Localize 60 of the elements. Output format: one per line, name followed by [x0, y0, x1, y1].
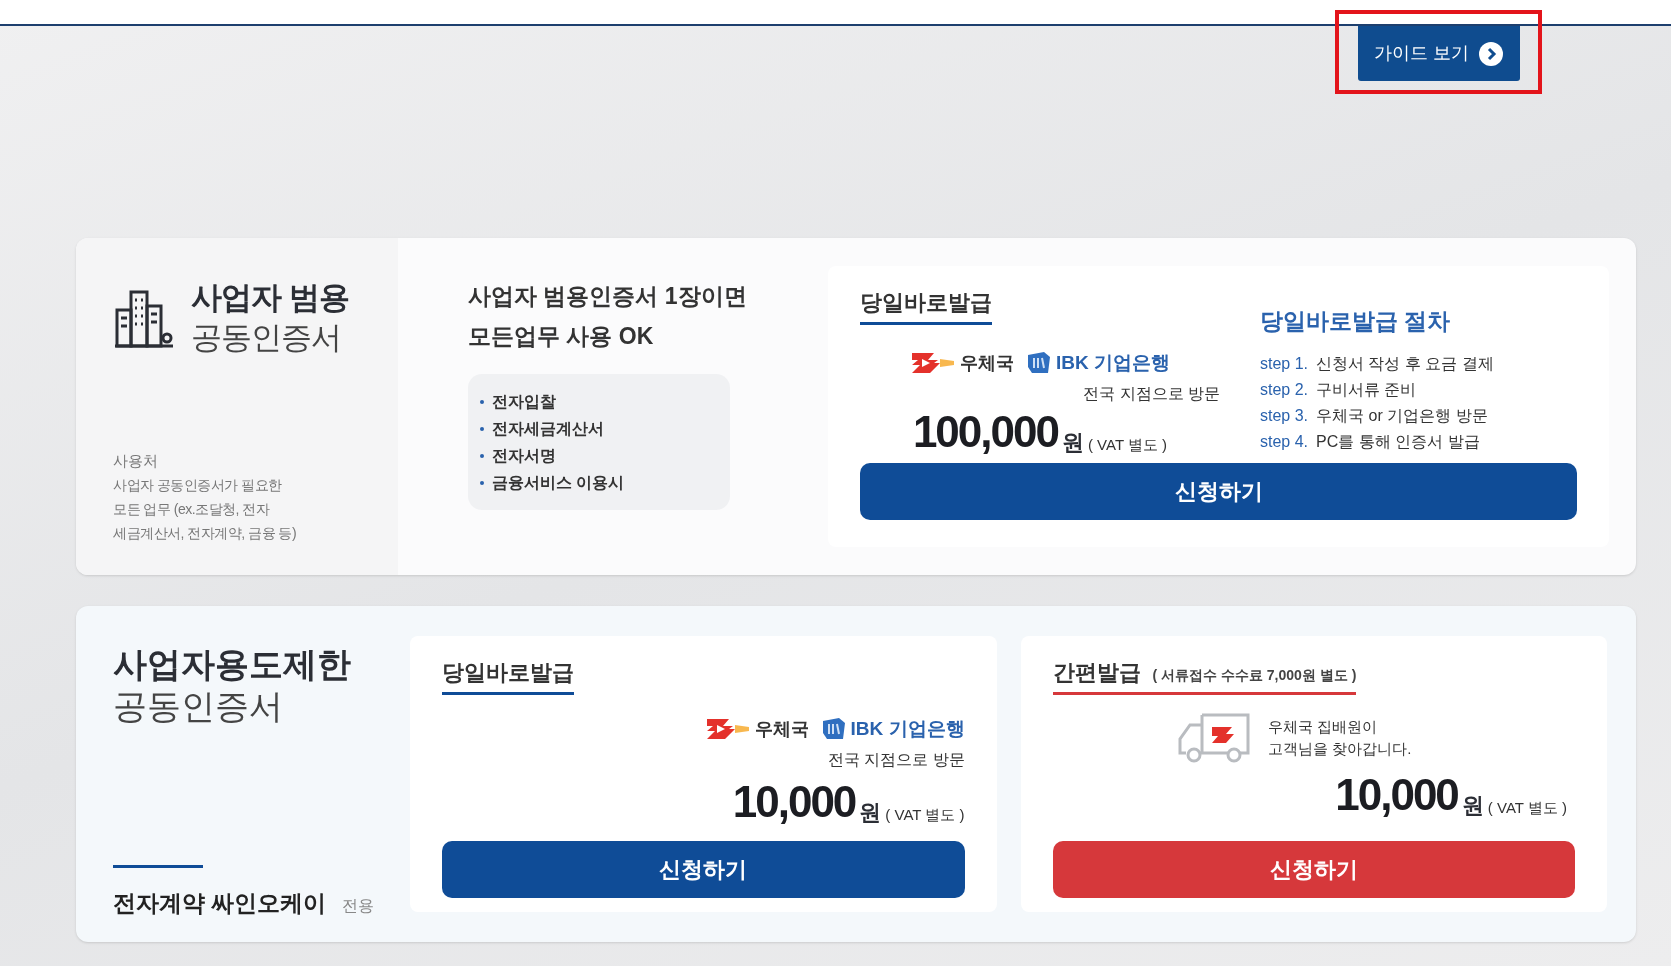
usage-text: 세금계산서, 전자계약, 금융 등) [113, 524, 298, 543]
usage-text: 모든 업무 (ex.조달청, 전자 [113, 500, 271, 519]
product-subtitle: 공동인증서 [191, 319, 342, 357]
truck-icon [1176, 711, 1253, 765]
fee-note: ( 서류접수 수수료 7,000원 별도 ) [1152, 668, 1357, 682]
bank-name: IBK 기업은행 [1056, 351, 1170, 375]
feature-item: 전자서명 [492, 446, 556, 466]
step-label: step 3. [1260, 405, 1309, 426]
offer-tab-title: 간편발급 [1052, 662, 1141, 684]
offer-tab-title: 당일바로발급 [442, 662, 574, 684]
step-label: step 1. [1260, 353, 1309, 374]
offer-tab-title: 당일바로발급 [860, 292, 992, 314]
step-text: PC를 통해 인증서 발급 [1316, 431, 1480, 452]
service-name: 전자계약 싸인오케이 [113, 888, 327, 918]
apply-button[interactable]: 신청하기 [1052, 841, 1575, 898]
price-unit: 원 [859, 801, 882, 824]
price-unit: 원 [1061, 431, 1084, 454]
price-amount: 100,000 [912, 409, 1058, 454]
bullet-icon [480, 426, 484, 431]
bank-logo-icon [1026, 351, 1052, 376]
feature-item: 전자입찰 [492, 392, 556, 412]
step-text: 우체국 or 기업은행 방문 [1316, 405, 1488, 426]
usage-text: 사업자 공동인증서가 필요한 [113, 476, 283, 495]
guide-button[interactable]: 가이드 보기 [1358, 26, 1520, 81]
vat-note: ( VAT 별도 ) [1087, 436, 1168, 452]
bank-logo-icon [820, 717, 847, 742]
procedure-title: 당일바로발급 절차 [1260, 307, 1452, 336]
apply-button[interactable]: 신청하기 [860, 462, 1577, 520]
usage-label: 사용처 [113, 451, 159, 471]
bullet-icon [480, 453, 484, 458]
product-subtitle: 공동인증서 [113, 686, 284, 727]
feature-item: 금융서비스 이용시 [492, 473, 625, 493]
vat-note: ( VAT 별도 ) [885, 806, 965, 822]
price-unit: 원 [1461, 795, 1484, 817]
headline-text: 사업자 범용인증서 1장이면 [468, 282, 748, 311]
chevron-right-icon [1477, 40, 1504, 67]
step-label: step 4. [1260, 431, 1309, 452]
apply-button[interactable]: 신청하기 [442, 841, 965, 898]
bank-name: 우체국 [960, 351, 1014, 375]
bullet-icon [480, 399, 484, 404]
vat-note: ( VAT 별도 ) [1487, 800, 1567, 815]
visit-note: 전국 지점으로 방문 [1083, 383, 1220, 404]
product-title: 사업자용도제한 [113, 644, 352, 684]
post-logo-icon [910, 351, 956, 376]
bullet-icon [480, 480, 484, 485]
delivery-text: 우체국 집배원이 [1268, 717, 1379, 737]
service-suffix: 전용 [342, 896, 375, 916]
price-amount: 10,000 [732, 779, 856, 824]
step-label: step 2. [1260, 379, 1309, 400]
feature-item: 전자세금계산서 [492, 419, 604, 439]
headline-text: 모든업무 사용 OK [468, 322, 655, 351]
price-amount: 10,000 [1335, 773, 1458, 817]
bank-name: 우체국 [754, 717, 809, 741]
delivery-text: 고객님을 찾아갑니다. [1268, 739, 1412, 759]
visit-note: 전국 지점으로 방문 [827, 749, 965, 770]
step-text: 신청서 작성 후 요금 결제 [1316, 353, 1494, 374]
step-text: 구비서류 준비 [1316, 379, 1417, 400]
bank-name: IBK 기업은행 [850, 717, 965, 741]
product-title: 사업자 범용 [191, 279, 349, 317]
post-logo-icon [704, 717, 751, 742]
